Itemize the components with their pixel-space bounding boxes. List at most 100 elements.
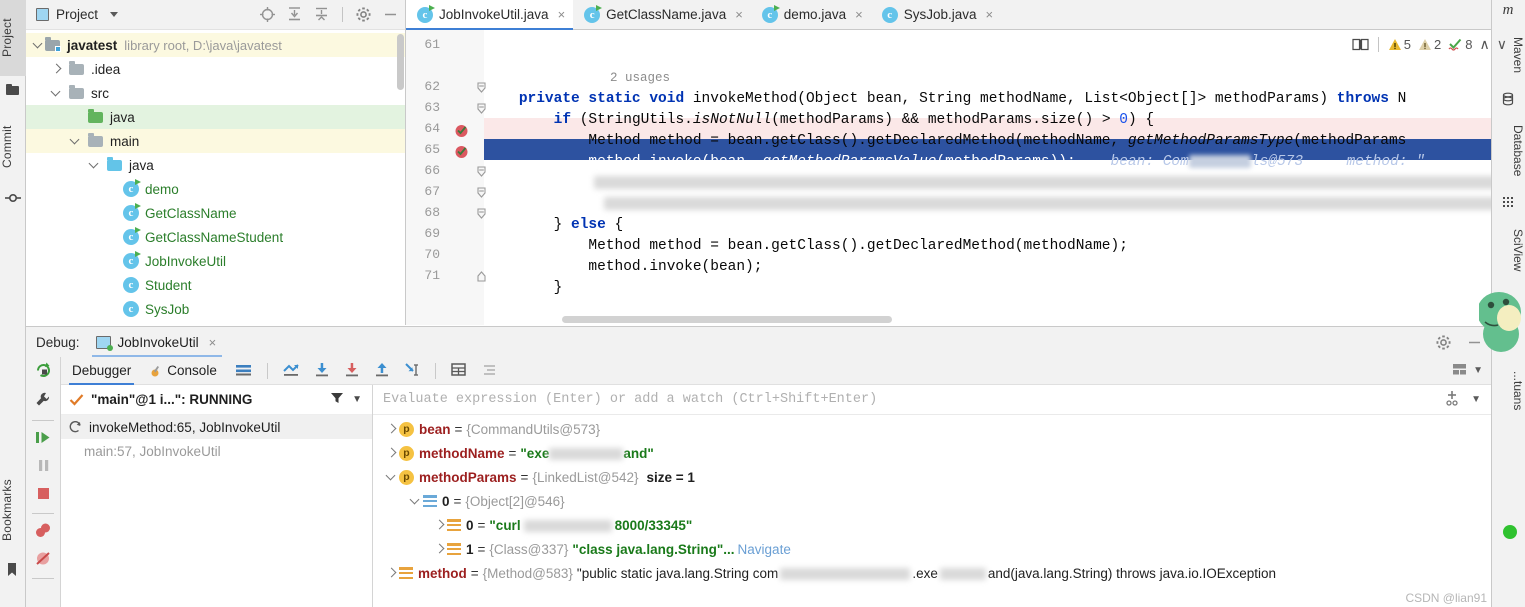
gear-icon[interactable] xyxy=(1435,334,1452,351)
tree-node-src[interactable]: src xyxy=(26,81,405,105)
step-into-icon[interactable] xyxy=(344,362,360,380)
frame-row-main[interactable]: main:57, JobInvokeUtil xyxy=(61,439,372,463)
evaluate-expression-row[interactable]: Evaluate expression (Enter) or add a wat… xyxy=(373,385,1491,415)
chevron-down-icon[interactable] xyxy=(50,87,63,100)
next-problem-icon[interactable]: ∨ xyxy=(1497,36,1507,53)
debug-session-tab[interactable]: JobInvokeUtil × xyxy=(91,327,223,357)
chevron-down-icon[interactable]: ▼ xyxy=(1471,394,1481,405)
resume-program-icon[interactable] xyxy=(34,429,53,449)
tree-node-student[interactable]: c Student xyxy=(26,273,405,297)
chevron-down-icon[interactable]: ▼ xyxy=(1473,365,1483,376)
sidebar-item-sciview[interactable]: SciView xyxy=(1491,216,1525,284)
variable-row-index-0[interactable]: 0 = {Object[2]@546} xyxy=(373,489,1491,513)
layout-settings-icon[interactable] xyxy=(1451,362,1469,380)
chevron-down-icon[interactable] xyxy=(69,135,82,148)
chevron-down-icon[interactable] xyxy=(88,159,101,172)
variable-row-index-0-1[interactable]: 1 = {Class@337} "class java.lang.String"… xyxy=(373,537,1491,561)
filter-icon[interactable] xyxy=(330,391,344,408)
sidebar-item-bookmarks[interactable]: Bookmarks xyxy=(0,460,26,560)
tree-node-java-package[interactable]: java xyxy=(26,153,405,177)
tree-node-idea[interactable]: .idea xyxy=(26,57,405,81)
chevron-down-icon[interactable]: ▼ xyxy=(352,394,362,405)
debug-settings-wrench-icon[interactable] xyxy=(34,391,52,412)
reader-mode-icon[interactable] xyxy=(1352,38,1369,51)
expand-all-icon[interactable] xyxy=(286,6,303,23)
chevron-down-icon[interactable] xyxy=(110,12,119,17)
evaluate-expression-placeholder[interactable]: Evaluate expression (Enter) or add a wat… xyxy=(383,392,877,407)
tree-node-main[interactable]: main xyxy=(26,129,405,153)
sidebar-item-tuans[interactable]: ...tuans xyxy=(1491,362,1525,420)
mute-breakpoints-icon[interactable] xyxy=(34,550,52,570)
tree-node-demo[interactable]: c demo xyxy=(26,177,405,201)
breakpoint-icon[interactable] xyxy=(454,144,469,159)
status-badge-warnings[interactable]: 5 xyxy=(1388,37,1411,52)
code-editor[interactable]: 61 62 63 64 65 66 67 68 69 70 71 2 usage… xyxy=(406,30,1525,325)
project-tree-scrollbar[interactable] xyxy=(397,34,404,90)
editor-gutter[interactable]: 61 62 63 64 65 66 67 68 69 70 71 xyxy=(406,30,486,325)
close-icon[interactable]: × xyxy=(855,7,863,22)
chevron-down-icon[interactable] xyxy=(32,39,45,52)
tree-node-jobinvokeutil[interactable]: c JobInvokeUtil xyxy=(26,249,405,273)
navigate-link[interactable]: Navigate xyxy=(738,542,791,557)
variables-tree[interactable]: p bean = {CommandUtils@573} p methodName… xyxy=(373,415,1491,607)
collapse-all-icon[interactable] xyxy=(313,6,330,23)
tree-node-sysjob[interactable]: c SysJob xyxy=(26,297,405,321)
close-icon[interactable]: × xyxy=(209,335,217,350)
tab-debugger[interactable]: Debugger xyxy=(69,357,135,385)
usages-inlay-hint[interactable]: 2 usages xyxy=(610,68,670,89)
chevron-right-icon[interactable] xyxy=(385,422,399,436)
variable-row-methodparams[interactable]: p methodParams = {LinkedList@542} size =… xyxy=(373,465,1491,489)
tree-node-getclassnamestudent[interactable]: c GetClassNameStudent xyxy=(26,225,405,249)
tree-node-javatest[interactable]: javatest library root, D:\java\javatest xyxy=(26,33,405,57)
tab-sysjob-java[interactable]: c SysJob.java × xyxy=(871,0,1001,29)
show-execution-point-icon[interactable] xyxy=(282,362,300,380)
chevron-right-icon[interactable] xyxy=(385,446,399,460)
settings-list-icon[interactable] xyxy=(481,362,498,380)
close-icon[interactable]: × xyxy=(985,7,993,22)
close-icon[interactable]: × xyxy=(735,7,743,22)
tab-jobinvokeutil-java[interactable]: c JobInvokeUtil.java × xyxy=(406,0,574,30)
variable-row-index-0-0[interactable]: 0 = "curl 8000/33345" xyxy=(373,513,1491,537)
variable-row-method[interactable]: method = {Method@583} "public static jav… xyxy=(373,561,1491,585)
thread-selector[interactable]: "main"@1 i...": RUNNING ▼ xyxy=(61,385,372,415)
editor-horizontal-scrollbar[interactable] xyxy=(562,316,892,323)
sidebar-item-commit[interactable]: Commit xyxy=(0,108,26,186)
status-badge-weak-warnings[interactable]: 2 xyxy=(1418,37,1441,52)
project-panel-title[interactable]: Project xyxy=(36,7,119,22)
tree-node-java-source[interactable]: java xyxy=(26,105,405,129)
pause-program-icon[interactable] xyxy=(35,457,52,477)
tab-demo-java[interactable]: c demo.java × xyxy=(751,0,871,29)
sidebar-item-database[interactable]: Database xyxy=(1491,112,1525,190)
variable-row-methodname[interactable]: p methodName = "exe and" xyxy=(373,441,1491,465)
chevron-down-icon[interactable] xyxy=(385,470,399,484)
breakpoint-icon[interactable] xyxy=(454,123,469,138)
chevron-right-icon[interactable] xyxy=(433,542,447,556)
status-badge-typos[interactable]: 8 xyxy=(1448,37,1473,52)
frame-row-invokemethod[interactable]: invokeMethod:65, JobInvokeUtil xyxy=(61,415,372,439)
chevron-right-icon[interactable] xyxy=(433,518,447,532)
minimize-icon[interactable] xyxy=(382,6,399,23)
tab-console[interactable]: Console xyxy=(148,357,220,385)
code-text[interactable]: 2 usages private static void invokeMetho… xyxy=(484,30,1525,325)
rerun-icon[interactable] xyxy=(34,361,53,383)
run-to-cursor-icon[interactable] xyxy=(404,362,421,380)
add-watch-icon[interactable] xyxy=(1445,390,1463,409)
sidebar-item-project[interactable]: Project xyxy=(0,0,26,76)
chevron-down-icon[interactable] xyxy=(409,494,423,508)
layout-icon[interactable] xyxy=(234,362,253,380)
project-tree[interactable]: javatest library root, D:\java\javatest … xyxy=(26,30,405,325)
previous-problem-icon[interactable]: ∧ xyxy=(1480,36,1490,53)
evaluate-table-icon[interactable] xyxy=(450,362,467,380)
stop-icon[interactable] xyxy=(35,485,52,505)
tree-node-getclassname[interactable]: c GetClassName xyxy=(26,201,405,225)
chevron-right-icon[interactable] xyxy=(385,566,399,580)
chevron-right-icon[interactable] xyxy=(50,63,63,76)
view-breakpoints-icon[interactable] xyxy=(34,522,53,542)
sidebar-item-maven[interactable]: Maven xyxy=(1491,24,1525,86)
step-over-icon[interactable] xyxy=(314,362,330,380)
locate-icon[interactable] xyxy=(259,6,276,23)
step-out-icon[interactable] xyxy=(374,362,390,380)
variable-row-bean[interactable]: p bean = {CommandUtils@573} xyxy=(373,417,1491,441)
settings-gear-icon[interactable] xyxy=(355,6,372,23)
close-icon[interactable]: × xyxy=(558,7,566,22)
